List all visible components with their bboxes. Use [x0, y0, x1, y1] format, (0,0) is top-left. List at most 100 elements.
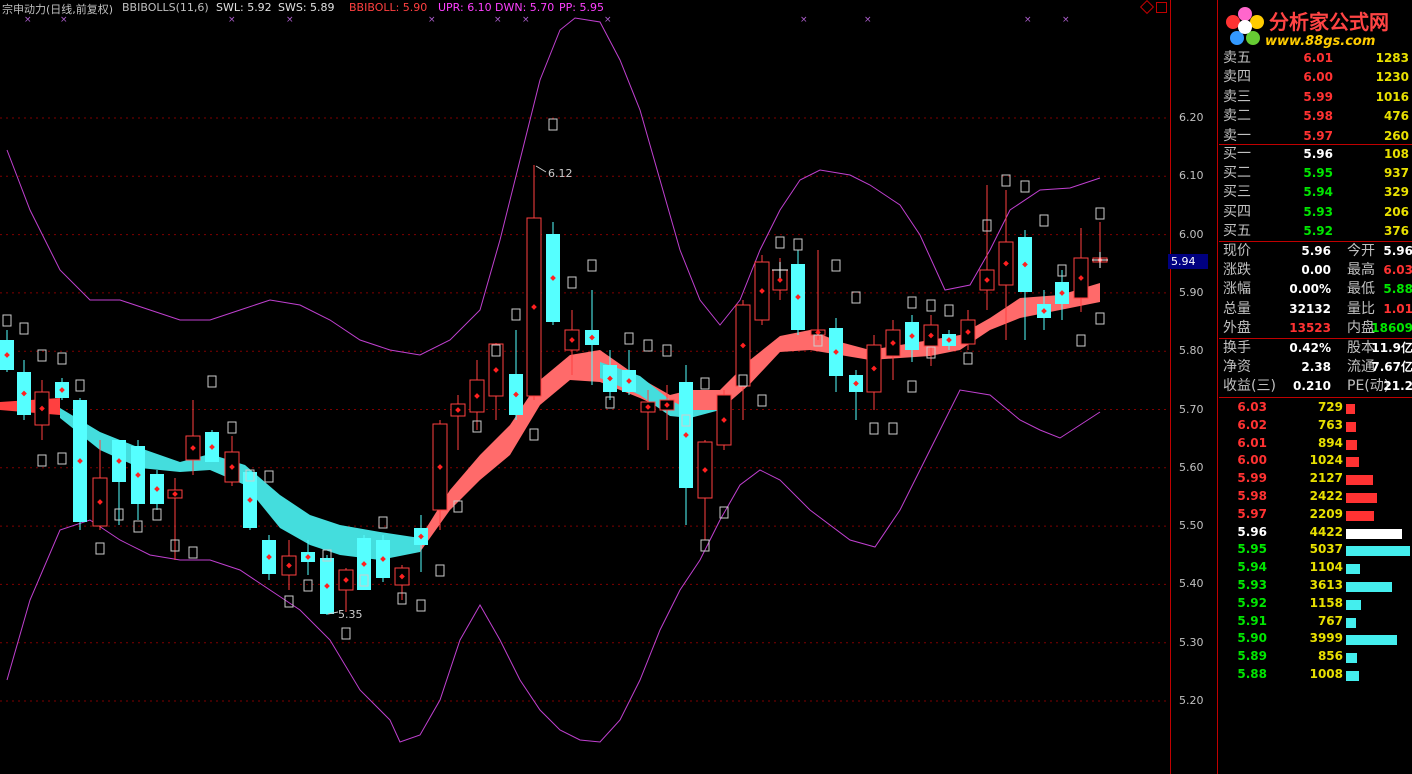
price-tick: 5.60 — [1179, 460, 1204, 474]
distribution-volume: 894 — [1317, 435, 1343, 450]
marker-square — [152, 508, 162, 521]
fundamental-value: 21.2 — [1383, 379, 1412, 394]
fundamental-row: 收益(三) 0.210 PE(动) 21.2 — [1221, 377, 1412, 396]
distribution-price: 6.01 — [1237, 435, 1267, 450]
price-distribution-row: 5.97 2209 — [1219, 507, 1412, 525]
marker-square — [57, 352, 67, 365]
marker-square — [831, 259, 841, 272]
marker-square — [793, 238, 803, 251]
ask-row: 卖五 6.01 1283 — [1221, 49, 1411, 68]
ask-price: 5.98 — [1303, 109, 1333, 124]
price-distribution-row: 5.91 767 — [1219, 614, 1412, 632]
ask-row: 卖三 5.99 1016 — [1221, 88, 1411, 107]
stat-value: 6.03 — [1383, 263, 1412, 278]
distribution-price: 6.03 — [1237, 400, 1267, 414]
fundamental-value: 2.38 — [1301, 360, 1331, 375]
marker-square — [851, 291, 861, 304]
site-logo[interactable]: 分析家公式网 www.88gs.com — [1219, 0, 1412, 52]
lower-band-line — [6, 389, 1101, 743]
price-distribution-row: 6.00 1024 — [1219, 453, 1412, 471]
top-marker: × — [1062, 15, 1070, 25]
ask-label: 卖四 — [1223, 69, 1251, 86]
distribution-volume: 856 — [1317, 649, 1343, 664]
marker-square — [1039, 214, 1049, 227]
kline-canvas[interactable]: 6.125.35× × × × × × × × × × × × — [0, 0, 1170, 774]
bid-price: 5.93 — [1303, 204, 1333, 219]
marker-square — [188, 546, 198, 559]
marker-square — [643, 339, 653, 352]
indicator-name: BBIBOLLS(11,6) — [122, 1, 209, 14]
top-marker: × — [286, 15, 294, 25]
price-distribution-row: 5.99 2127 — [1219, 471, 1412, 489]
kline-chart[interactable]: 6.12 5.35 × × × × × × × × × × × × 宗申动力(日线,前复权) BBIBOL… — [0, 0, 1170, 774]
price-distribution-row: 6.01 894 — [1219, 436, 1412, 454]
bid-volume: 108 — [1383, 147, 1409, 161]
distribution-divider — [1219, 397, 1412, 398]
marker-square — [548, 118, 558, 131]
marker-square — [907, 296, 917, 309]
top-marker: × — [428, 15, 436, 25]
price-distribution-row: 5.98 2422 — [1219, 489, 1412, 507]
top-marker: × — [494, 15, 502, 25]
price-distribution-row: 5.94 1104 — [1219, 560, 1412, 578]
ask-volume: 260 — [1383, 128, 1409, 143]
marker-square — [1020, 180, 1030, 193]
ask-row: 卖四 6.00 1230 — [1221, 68, 1411, 87]
distribution-bar — [1346, 457, 1359, 468]
marker-square — [303, 579, 313, 592]
dwn-value: DWN: 5.70 — [495, 1, 555, 14]
marker-square — [529, 428, 539, 441]
bid-price: 5.92 — [1303, 223, 1333, 238]
marker-square — [869, 422, 879, 435]
stat-value: 5.96 — [1301, 244, 1331, 258]
stat-label: 总量 — [1223, 300, 1251, 317]
distribution-volume: 767 — [1317, 613, 1343, 628]
price-distribution-row: 5.93 3613 — [1219, 578, 1412, 596]
stat-row: 外盘 13523 内盘 18609 — [1221, 319, 1412, 338]
ask-volume: 476 — [1383, 109, 1409, 124]
upr-value: UPR: 6.10 — [438, 1, 492, 14]
marker-square — [1076, 334, 1086, 347]
distribution-price: 5.94 — [1237, 560, 1267, 575]
distribution-bar — [1346, 528, 1402, 539]
high-label: 6.12 — [548, 167, 573, 180]
distribution-volume: 2127 — [1309, 471, 1343, 486]
distribution-price: 5.95 — [1237, 542, 1267, 557]
sws-value: SWS: 5.89 — [278, 1, 335, 14]
distribution-price: 5.92 — [1237, 595, 1267, 610]
price-distribution-row: 5.89 856 — [1219, 649, 1412, 667]
stat-row: 现价 5.96 今开 5.96 — [1221, 242, 1412, 261]
distribution-bar — [1346, 635, 1397, 646]
bbiboll-value: BBIBOLL: 5.90 — [349, 1, 428, 14]
distribution-price: 5.93 — [1237, 578, 1267, 592]
price-tick: 6.10 — [1179, 169, 1204, 183]
distribution-price: 5.98 — [1237, 489, 1267, 503]
distribution-volume: 1104 — [1309, 560, 1343, 575]
distribution-bar — [1346, 671, 1359, 681]
distribution-price: 6.00 — [1237, 453, 1267, 468]
bid-price: 5.95 — [1303, 166, 1333, 181]
distribution-price: 5.89 — [1237, 649, 1267, 664]
marker-square — [19, 322, 29, 335]
bid-label: 买二 — [1223, 165, 1251, 182]
stat-row: 总量 32132 量比 1.01 — [1221, 300, 1412, 319]
bid-price: 5.96 — [1303, 147, 1333, 161]
ask-price: 5.99 — [1303, 89, 1333, 104]
price-distribution-row: 5.96 4422 — [1219, 525, 1412, 543]
swl-value: SWL: 5.92 — [216, 1, 272, 14]
marker-square — [416, 599, 426, 612]
stat-label: 涨跌 — [1223, 262, 1251, 279]
fundamental-value: 0.42% — [1289, 341, 1331, 355]
marker-square — [587, 259, 597, 272]
fundamental-value: 7.67亿 — [1371, 360, 1412, 375]
marker-square — [700, 377, 710, 390]
marker-square — [264, 470, 274, 483]
bid-volume: 937 — [1383, 166, 1409, 181]
marker-square — [944, 304, 954, 317]
price-tick: 5.80 — [1179, 344, 1204, 358]
price-tick: 5.90 — [1179, 285, 1204, 299]
marker-square — [662, 344, 672, 357]
top-marker: × — [522, 15, 530, 25]
window-max-icon[interactable] — [1156, 2, 1167, 13]
price-distribution-row: 5.92 1158 — [1219, 596, 1412, 614]
